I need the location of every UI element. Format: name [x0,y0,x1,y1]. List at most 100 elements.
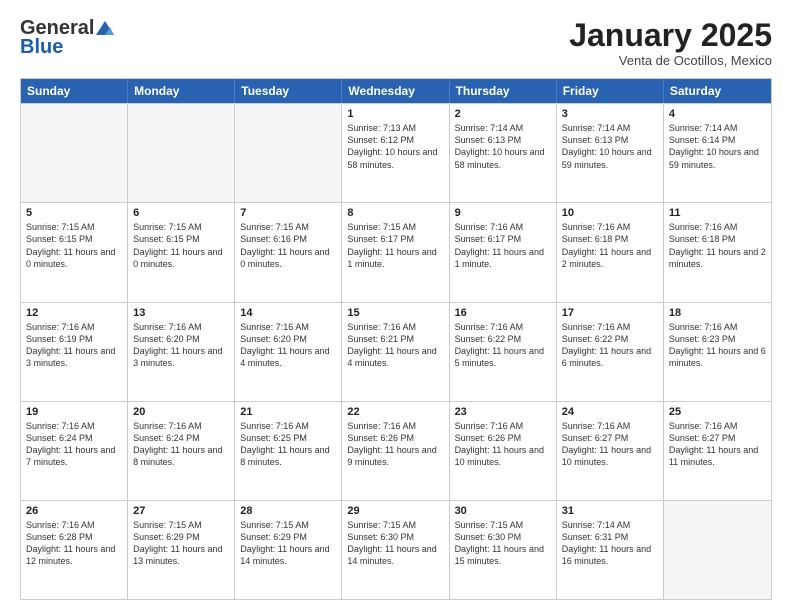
logo: General Blue [20,18,114,59]
week-row-4: 26Sunrise: 7:16 AMSunset: 6:28 PMDayligh… [21,500,771,599]
day-info: Sunrise: 7:15 AMSunset: 6:15 PMDaylight:… [133,221,229,270]
day-info: Sunrise: 7:13 AMSunset: 6:12 PMDaylight:… [347,122,443,171]
day-cell-2-4: 16 Sunrise: 7:16 AMSunset: 6:22 PMDayligh… [450,303,557,401]
day-info: Sunrise: 7:16 AMSunset: 6:18 PMDaylight:… [562,221,658,270]
day-cell-4-0: 26Sunrise: 7:16 AMSunset: 6:28 PMDayligh… [21,501,128,599]
week-row-3: 19 Sunrise: 7:16 AMSunset: 6:24 PMDayligh… [21,401,771,500]
day-cell-1-0: 5 Sunrise: 7:15 AMSunset: 6:15 PMDaylight… [21,203,128,301]
day-number: 20 [133,406,229,418]
day-cell-0-4: 2 Sunrise: 7:14 AMSunset: 6:13 PMDaylight… [450,104,557,202]
day-number: 22 [347,406,443,418]
day-cell-1-2: 7Sunrise: 7:15 AMSunset: 6:16 PMDaylight… [235,203,342,301]
day-cell-3-4: 23 Sunrise: 7:16 AMSunset: 6:26 PMDayligh… [450,402,557,500]
day-info: Sunrise: 7:15 AMSunset: 6:29 PMDaylight:… [240,519,336,568]
logo-general-text: General [20,18,94,38]
day-cell-4-3: 29 Sunrise: 7:15 AMSunset: 6:30 PMDayligh… [342,501,449,599]
day-info: Sunrise: 7:16 AMSunset: 6:25 PMDaylight:… [240,420,336,469]
day-info: Sunrise: 7:16 AMSunset: 6:22 PMDaylight:… [455,321,551,370]
logo-icon [96,21,114,35]
day-info: Sunrise: 7:14 AMSunset: 6:13 PMDaylight:… [562,122,658,171]
page: General Blue January 2025 Venta de Ocoti… [0,0,792,612]
location: Venta de Ocotillos, Mexico [569,53,772,68]
calendar: Sunday Monday Tuesday Wednesday Thursday… [20,78,772,600]
header: General Blue January 2025 Venta de Ocoti… [20,18,772,68]
day-cell-0-0 [21,104,128,202]
weekday-monday: Monday [128,79,235,103]
day-info: Sunrise: 7:15 AMSunset: 6:17 PMDaylight:… [347,221,443,270]
day-info: Sunrise: 7:15 AMSunset: 6:30 PMDaylight:… [347,519,443,568]
day-info: Sunrise: 7:14 AMSunset: 6:14 PMDaylight:… [669,122,766,171]
day-cell-3-3: 22 Sunrise: 7:16 AMSunset: 6:26 PMDayligh… [342,402,449,500]
day-info: Sunrise: 7:16 AMSunset: 6:24 PMDaylight:… [26,420,122,469]
month-title: January 2025 [569,18,772,53]
day-cell-3-2: 21Sunrise: 7:16 AMSunset: 6:25 PMDayligh… [235,402,342,500]
day-info: Sunrise: 7:16 AMSunset: 6:26 PMDaylight:… [347,420,443,469]
week-row-1: 5 Sunrise: 7:15 AMSunset: 6:15 PMDaylight… [21,202,771,301]
day-number: 8 [347,207,443,219]
title-block: January 2025 Venta de Ocotillos, Mexico [569,18,772,68]
day-cell-1-4: 9 Sunrise: 7:16 AMSunset: 6:17 PMDaylight… [450,203,557,301]
weekday-saturday: Saturday [664,79,771,103]
day-cell-3-0: 19 Sunrise: 7:16 AMSunset: 6:24 PMDayligh… [21,402,128,500]
day-number: 24 [562,406,658,418]
day-number: 14 [240,307,336,319]
week-row-2: 12Sunrise: 7:16 AMSunset: 6:19 PMDayligh… [21,302,771,401]
day-info: Sunrise: 7:16 AMSunset: 6:28 PMDaylight:… [26,519,122,568]
day-cell-4-2: 28 Sunrise: 7:15 AMSunset: 6:29 PMDayligh… [235,501,342,599]
day-number: 3 [562,108,658,120]
day-cell-2-3: 15 Sunrise: 7:16 AMSunset: 6:21 PMDayligh… [342,303,449,401]
day-number: 2 [455,108,551,120]
day-cell-3-6: 25 Sunrise: 7:16 AMSunset: 6:27 PMDayligh… [664,402,771,500]
day-info: Sunrise: 7:16 AMSunset: 6:22 PMDaylight:… [562,321,658,370]
day-info: Sunrise: 7:16 AMSunset: 6:27 PMDaylight:… [562,420,658,469]
day-number: 16 [455,307,551,319]
logo-blue-text: Blue [20,36,63,59]
day-info: Sunrise: 7:16 AMSunset: 6:18 PMDaylight:… [669,221,766,270]
day-cell-0-1 [128,104,235,202]
day-number: 25 [669,406,766,418]
day-cell-2-0: 12Sunrise: 7:16 AMSunset: 6:19 PMDayligh… [21,303,128,401]
day-number: 9 [455,207,551,219]
calendar-body: 1 Sunrise: 7:13 AMSunset: 6:12 PMDaylight… [21,103,771,599]
day-cell-1-6: 11 Sunrise: 7:16 AMSunset: 6:18 PMDayligh… [664,203,771,301]
day-number: 28 [240,505,336,517]
day-number: 13 [133,307,229,319]
weekday-tuesday: Tuesday [235,79,342,103]
day-cell-0-6: 4Sunrise: 7:14 AMSunset: 6:14 PMDaylight… [664,104,771,202]
day-info: Sunrise: 7:16 AMSunset: 6:27 PMDaylight:… [669,420,766,469]
day-number: 15 [347,307,443,319]
weekday-thursday: Thursday [450,79,557,103]
day-number: 19 [26,406,122,418]
day-number: 18 [669,307,766,319]
weekday-wednesday: Wednesday [342,79,449,103]
day-info: Sunrise: 7:16 AMSunset: 6:17 PMDaylight:… [455,221,551,270]
day-info: Sunrise: 7:16 AMSunset: 6:26 PMDaylight:… [455,420,551,469]
day-number: 23 [455,406,551,418]
day-number: 29 [347,505,443,517]
day-info: Sunrise: 7:16 AMSunset: 6:21 PMDaylight:… [347,321,443,370]
day-number: 5 [26,207,122,219]
day-info: Sunrise: 7:15 AMSunset: 6:15 PMDaylight:… [26,221,122,270]
day-cell-1-5: 10 Sunrise: 7:16 AMSunset: 6:18 PMDayligh… [557,203,664,301]
day-number: 10 [562,207,658,219]
day-cell-0-2 [235,104,342,202]
day-number: 30 [455,505,551,517]
day-number: 31 [562,505,658,517]
day-number: 27 [133,505,229,517]
day-info: Sunrise: 7:16 AMSunset: 6:24 PMDaylight:… [133,420,229,469]
day-cell-3-1: 20 Sunrise: 7:16 AMSunset: 6:24 PMDayligh… [128,402,235,500]
day-info: Sunrise: 7:15 AMSunset: 6:16 PMDaylight:… [240,221,336,270]
weekday-sunday: Sunday [21,79,128,103]
day-info: Sunrise: 7:14 AMSunset: 6:13 PMDaylight:… [455,122,551,171]
weekday-friday: Friday [557,79,664,103]
day-info: Sunrise: 7:16 AMSunset: 6:20 PMDaylight:… [133,321,229,370]
day-number: 17 [562,307,658,319]
day-info: Sunrise: 7:15 AMSunset: 6:30 PMDaylight:… [455,519,551,568]
day-cell-1-3: 8 Sunrise: 7:15 AMSunset: 6:17 PMDaylight… [342,203,449,301]
day-number: 11 [669,207,766,219]
week-row-0: 1 Sunrise: 7:13 AMSunset: 6:12 PMDaylight… [21,103,771,202]
day-number: 1 [347,108,443,120]
day-cell-1-1: 6Sunrise: 7:15 AMSunset: 6:15 PMDaylight… [128,203,235,301]
day-cell-4-5: 31Sunrise: 7:14 AMSunset: 6:31 PMDayligh… [557,501,664,599]
day-number: 12 [26,307,122,319]
